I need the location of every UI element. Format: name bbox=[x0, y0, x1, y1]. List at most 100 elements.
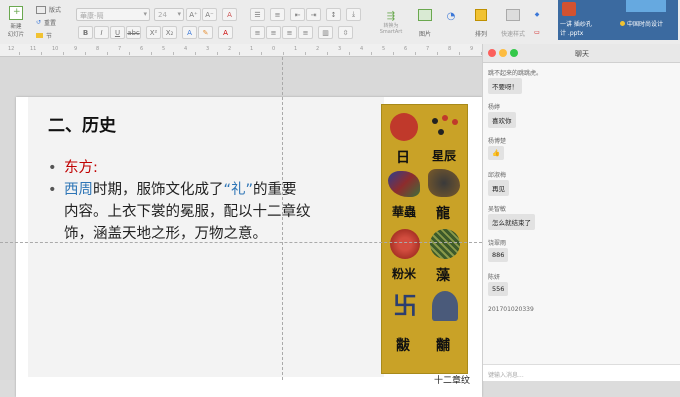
columns-icon[interactable]: ▥ bbox=[318, 26, 333, 39]
chat-message-bubble[interactable]: 喜欢你 bbox=[488, 112, 516, 128]
align-right-icon[interactable]: ≡ bbox=[282, 26, 297, 39]
bullet-text-line2: 内容。上衣下裳的冕服，配以十二章纹 bbox=[64, 204, 311, 220]
layout-button[interactable]: 版式 bbox=[36, 5, 61, 14]
ruler-tick bbox=[283, 52, 284, 55]
chat-window: 聊天 跳不起来的跳跳虎。 不要呀！ 杨婷 喜欢你 杨博楚 👍 邱淑梅 再见 吴智敏 怎么就结束了饶… bbox=[482, 44, 680, 381]
ruler-tick bbox=[305, 52, 306, 55]
ruler-label: 11 bbox=[30, 46, 37, 52]
highlight-westzhou: 西周 bbox=[64, 182, 93, 198]
ruler-label: 1 bbox=[250, 46, 254, 52]
strikethrough-icon[interactable]: abc bbox=[126, 26, 141, 39]
font-size-select[interactable]: 24 ▾ bbox=[154, 8, 184, 21]
ruler-tick bbox=[107, 52, 108, 55]
stars-symbol-icon bbox=[430, 115, 460, 139]
ruler-tick bbox=[41, 52, 42, 55]
superscript-icon[interactable]: X² bbox=[146, 26, 161, 39]
bullets-icon[interactable]: ☰ bbox=[250, 8, 265, 21]
axe-symbol-icon bbox=[432, 291, 458, 321]
ruler-label: 9 bbox=[74, 46, 78, 52]
slide-title[interactable]: 二、历史 bbox=[48, 111, 116, 136]
picture-icon bbox=[418, 8, 432, 21]
align-center-icon[interactable]: ≡ bbox=[266, 26, 281, 39]
text-effect-icon[interactable]: A bbox=[182, 26, 197, 39]
convert-smartart-button[interactable]: ⇶ 转换为 SmartArt bbox=[374, 6, 408, 40]
new-slide-button[interactable]: + 新建 幻灯片 bbox=[4, 4, 28, 40]
chat-message-bubble[interactable]: 怎么就结束了 bbox=[488, 214, 535, 230]
chat-title: 聊天 bbox=[575, 50, 589, 58]
shape-outline-icon[interactable]: ▭ bbox=[530, 26, 544, 38]
highlight-icon[interactable]: ✎ bbox=[198, 26, 213, 39]
ruler-tick bbox=[129, 52, 130, 55]
ruler-label: 8 bbox=[448, 46, 452, 52]
clear-format-icon[interactable]: A bbox=[222, 8, 237, 21]
ruler-label: 4 bbox=[360, 46, 364, 52]
font-name-select[interactable]: 華康-隔 ▾ bbox=[76, 8, 150, 21]
increase-font-icon[interactable]: A⁺ bbox=[186, 8, 201, 21]
chat-sender-name: 杨婷 bbox=[488, 104, 501, 111]
bullet-list[interactable]: • 东方: • 西周时期，服饰文化成了“礼”的重要 内容。上衣下裳的冕服，配以十… bbox=[48, 157, 368, 245]
chat-input-area[interactable]: 键输入消息... bbox=[483, 364, 680, 381]
ruler-tick bbox=[173, 52, 174, 55]
underline-icon[interactable]: U bbox=[110, 26, 125, 39]
section-icon bbox=[36, 33, 43, 38]
decrease-font-icon[interactable]: A⁻ bbox=[202, 8, 217, 21]
bullet-item-westzhou: • 西周时期，服饰文化成了“礼”的重要 内容。上衣下裳的冕服，配以十二章纹 饰，… bbox=[48, 179, 368, 245]
ruler-tick bbox=[459, 52, 460, 55]
bullet-text-part1: 时期，服饰文化成了 bbox=[93, 182, 224, 198]
chat-sender-name: 饶翠雨 bbox=[488, 240, 507, 247]
shape-fill-icon[interactable]: ◆ bbox=[530, 8, 544, 20]
align-left-icon[interactable]: ≡ bbox=[250, 26, 265, 39]
ruler-label: 3 bbox=[206, 46, 210, 52]
numbering-icon[interactable]: ≡ bbox=[270, 8, 285, 21]
bold-icon[interactable]: B bbox=[78, 26, 93, 39]
pptx-file-icon bbox=[562, 2, 576, 16]
ruler-tick bbox=[63, 52, 64, 55]
quick-styles-button[interactable]: 快速样式 bbox=[498, 6, 528, 40]
section-button[interactable]: 节 bbox=[36, 31, 52, 40]
slide[interactable]: 二、历史 • 东方: • 西周时期，服饰文化成了“礼”的重要 内容。上衣下裳的冕… bbox=[16, 97, 482, 397]
arrange-button[interactable]: 排列 bbox=[470, 6, 492, 40]
desktop-file-pptx[interactable]: 一讲 插纱孔 计 .pptx bbox=[558, 0, 618, 40]
italic-icon[interactable]: I bbox=[94, 26, 109, 39]
ruler-tick bbox=[437, 52, 438, 55]
bullet-east-label: 东方: bbox=[64, 160, 98, 176]
ruler-label: 8 bbox=[96, 46, 100, 52]
chat-sender-name: 邱淑梅 bbox=[488, 172, 507, 179]
line-spacing-icon[interactable]: ↕ bbox=[326, 8, 341, 21]
ruler-label: 6 bbox=[404, 46, 408, 52]
chat-sender-name: 陈妍 bbox=[488, 274, 501, 281]
ruler-label: 10 bbox=[52, 46, 59, 52]
chat-message-bubble[interactable]: 556 bbox=[488, 282, 509, 296]
increase-indent-icon[interactable]: ⇥ bbox=[306, 8, 321, 21]
chat-sender-name: 吴智敏 bbox=[488, 206, 507, 213]
chat-titlebar: 聊天 bbox=[483, 44, 680, 63]
shapes-button[interactable]: ◔ bbox=[440, 6, 462, 26]
dragon-symbol-icon bbox=[428, 169, 460, 197]
chevron-down-icon: ▾ bbox=[143, 10, 147, 18]
quick-styles-icon bbox=[506, 8, 520, 21]
pondweed-symbol-icon bbox=[430, 229, 460, 259]
ruler-label: 7 bbox=[118, 46, 122, 52]
reset-button[interactable]: ↺ 重置 bbox=[36, 18, 56, 27]
chat-message-bubble[interactable]: 👍 bbox=[488, 146, 505, 160]
fu-symbol-icon: 卐 bbox=[393, 292, 417, 320]
ruler-label: 2 bbox=[228, 46, 232, 52]
align-text-icon[interactable]: ⇳ bbox=[338, 26, 353, 39]
folder-icon bbox=[626, 0, 666, 12]
text-direction-icon[interactable]: ⤓ bbox=[346, 8, 361, 21]
chat-message-bubble[interactable]: 886 bbox=[488, 248, 509, 262]
subscript-icon[interactable]: X₂ bbox=[162, 26, 177, 39]
ruler-tick bbox=[19, 52, 20, 55]
slide-canvas: 二、历史 • 东方: • 西周时期，服饰文化成了“礼”的重要 内容。上衣下裳的冕… bbox=[0, 57, 482, 397]
decrease-indent-icon[interactable]: ⇤ bbox=[290, 8, 305, 21]
ruler-label: 0 bbox=[272, 46, 276, 52]
chat-message-bubble[interactable]: 不要呀！ bbox=[488, 78, 522, 94]
justify-icon[interactable]: ≡ bbox=[298, 26, 313, 39]
desktop-folder[interactable]: 中国时尚设计 bbox=[618, 0, 678, 40]
ruler-label: 5 bbox=[162, 46, 166, 52]
picture-button[interactable]: 图片 bbox=[414, 6, 436, 40]
chat-message-bubble[interactable]: 再见 bbox=[488, 180, 509, 196]
twelve-symbols-image[interactable]: 日 星辰 華蟲 龍 粉米 藻 卐 黻 黼 bbox=[381, 104, 468, 374]
bullet-item-east: • 东方: bbox=[48, 160, 98, 176]
font-color-icon[interactable]: A bbox=[218, 26, 233, 39]
